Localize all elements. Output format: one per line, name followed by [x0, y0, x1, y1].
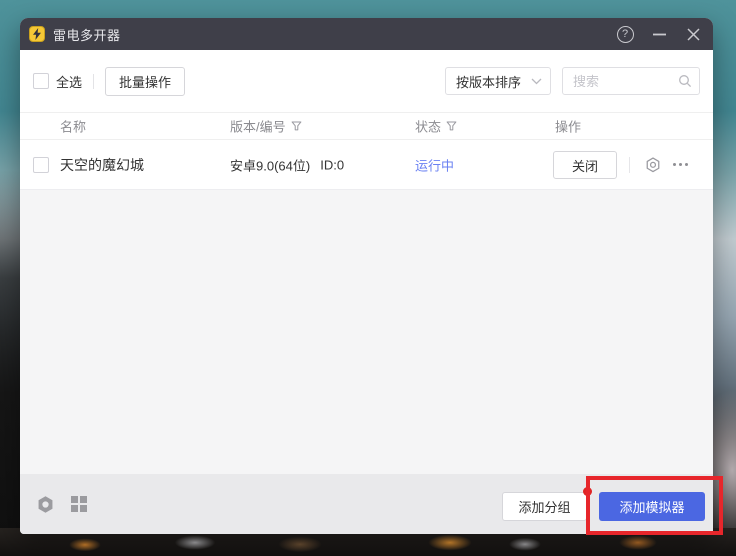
sort-dropdown[interactable]: 按版本排序	[445, 67, 551, 95]
header-actions: 操作	[555, 117, 581, 136]
row-settings-button[interactable]	[644, 156, 662, 174]
emulator-version: 安卓9.0(64位) ID:0	[230, 155, 344, 174]
header-status[interactable]: 状态	[415, 117, 457, 136]
empty-list-area	[20, 190, 713, 474]
more-icon	[673, 163, 676, 166]
emulator-row[interactable]: 天空的魔幻城 安卓9.0(64位) ID:0 运行中 关闭	[20, 140, 713, 190]
gear-nut-icon	[36, 495, 55, 514]
app-logo-icon	[29, 26, 45, 42]
notification-dot	[583, 487, 592, 496]
window-controls: ?	[608, 18, 713, 50]
window-title: 雷电多开器	[53, 25, 121, 44]
header-version[interactable]: 版本/编号	[230, 117, 302, 136]
gear-icon	[644, 156, 662, 174]
batch-operations-button[interactable]: 批量操作	[105, 67, 185, 96]
search-box	[562, 67, 700, 95]
filter-icon	[446, 121, 457, 132]
row-checkbox[interactable]	[33, 157, 49, 173]
status-badge: 运行中	[415, 155, 454, 174]
chevron-down-icon	[531, 78, 542, 85]
close-icon	[687, 28, 700, 41]
layout-grid-button[interactable]	[70, 495, 88, 513]
sort-dropdown-value: 按版本排序	[456, 72, 521, 91]
toolbar: 全选 批量操作 按版本排序	[20, 50, 713, 112]
emulator-id: ID:0	[320, 157, 344, 172]
minimize-icon	[653, 33, 666, 36]
footer-bar: 添加分组 添加模拟器	[20, 474, 713, 534]
grid-icon	[70, 495, 88, 513]
toolbar-right: 按版本排序	[445, 67, 700, 95]
desktop-wallpaper-mountain-left	[0, 170, 22, 556]
titlebar[interactable]: 雷电多开器 ?	[20, 18, 713, 50]
close-emulator-button[interactable]: 关闭	[553, 151, 617, 179]
ldplayer-multi-instance-window: 雷电多开器 ? 全选 批量操作 按版本排序	[20, 18, 713, 534]
header-name: 名称	[60, 117, 86, 136]
help-icon: ?	[617, 26, 634, 43]
select-all-checkbox[interactable]	[33, 73, 49, 89]
more-actions-button[interactable]	[673, 163, 688, 166]
table-header: 名称 版本/编号 状态 操作	[20, 112, 713, 140]
toolbar-divider	[93, 74, 94, 89]
emulator-name: 天空的魔幻城	[60, 155, 144, 175]
select-all-label: 全选	[56, 72, 82, 91]
settings-button[interactable]	[36, 495, 55, 514]
help-button[interactable]: ?	[608, 18, 642, 50]
add-group-button[interactable]: 添加分组	[502, 492, 587, 521]
filter-icon	[291, 121, 302, 132]
search-icon	[678, 74, 692, 93]
android-version: 安卓9.0(64位)	[230, 155, 310, 174]
row-actions-divider	[629, 157, 630, 173]
minimize-button[interactable]	[642, 18, 676, 50]
close-button[interactable]	[676, 18, 710, 50]
add-emulator-button[interactable]: 添加模拟器	[599, 492, 705, 521]
